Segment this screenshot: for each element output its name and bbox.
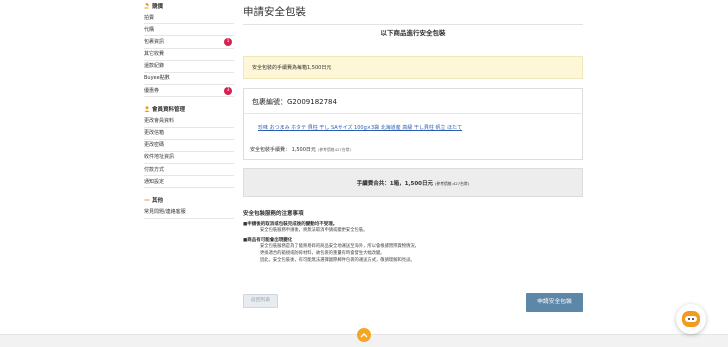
sidebar-item-proxy[interactable]: 代購: [144, 24, 234, 37]
caution-line: 安全包裝服務是為了能將易碎的商品安全地運送至海外，所以會根據實際貨物情況，: [260, 244, 419, 249]
notification-badge: 3: [224, 86, 232, 95]
sidebar-item-points[interactable]: Buyee點數: [144, 73, 234, 86]
package-card: 包裹編號：G2009182784 珍味 おつまみ ホタテ 貝柱 干し SAサイズ…: [243, 88, 583, 160]
sidebar-section-other: 其他: [144, 194, 234, 206]
chatbot-face: [682, 311, 700, 327]
sidebar: 競價 拍賣 代購 包裹資訊 1 其它收費 還款紀錄 Buyee點數 優惠券 3 會員…: [144, 0, 234, 219]
total-fee-reference: (參考價格:427台幣): [434, 181, 470, 186]
cautions: 安全包裝服務的注意事項 ■申請後的取消或包裝完成後的變動均不受理。 安全包裝服務…: [243, 209, 583, 264]
chatbot-icon[interactable]: [676, 304, 706, 334]
user-icon: [144, 106, 150, 113]
cautions-title: 安全包裝服務的注意事項: [243, 211, 304, 217]
sidebar-item-label: 通知設定: [144, 178, 165, 185]
sidebar-item-label: 其它收費: [144, 51, 165, 58]
sidebar-section-title: 競價: [152, 4, 164, 10]
caution-line: 因此，安全包裝後，有可能無法選擇國際郵件包裹的運送方式，敬請理解和見諒。: [260, 258, 415, 263]
sidebar-section-title: 會員資料管理: [152, 107, 186, 114]
section-subtitle: 以下商品進行安全包裝: [380, 29, 446, 37]
sidebar-item-label: 更改密碼: [144, 142, 165, 149]
total-fee-value: 手續費合共：1箱，1,500日元: [356, 181, 434, 187]
sidebar-item-packages[interactable]: 包裹資訊 1: [144, 36, 234, 49]
sidebar-item-label: Buyee點數: [144, 75, 170, 82]
divider: [243, 24, 583, 25]
sidebar-item-refunds[interactable]: 還款紀錄: [144, 61, 234, 73]
divider: [244, 113, 582, 114]
sidebar-item-notifications[interactable]: 通知設定: [144, 176, 234, 189]
sidebar-item-label: 收件地址資訊: [144, 154, 175, 161]
sidebar-item-label: 包裹資訊: [144, 38, 165, 45]
sidebar-item-change-password[interactable]: 更改密碼: [144, 140, 234, 152]
sidebar-section-member: 會員資料管理: [144, 103, 234, 115]
notification-badge: 1: [224, 37, 232, 46]
sidebar-section-title: 其他: [152, 198, 164, 205]
package-fee: 安全包裝手續費： 1,500日元 (參考價格427台幣): [250, 146, 351, 153]
sidebar-item-faq[interactable]: 常見問題/連絡客服: [144, 206, 234, 219]
package-fee-value: 安全包裝手續費： 1,500日元: [250, 147, 316, 153]
sidebar-item-other-fees[interactable]: 其它收費: [144, 49, 234, 61]
sidebar-item-edit-profile[interactable]: 更改會員資料: [144, 115, 234, 128]
sidebar-item-coupons[interactable]: 優惠券 3: [144, 85, 234, 98]
package-fee-reference: (參考價格427台幣): [317, 147, 351, 152]
sidebar-item-label: 還款紀錄: [144, 63, 165, 70]
sidebar-item-label: 拍賣: [144, 14, 155, 21]
caution-line: 更換適合的箱規或防碎材料，故包裹的重量有時會發生大幅改變。: [260, 251, 385, 256]
page-title: 申請安全包裝: [243, 6, 306, 18]
back-to-list-button[interactable]: 返回列表: [243, 294, 278, 308]
fee-notice: 安全包裝的手續費為每箱1,500日元: [243, 56, 583, 79]
sidebar-item-payment[interactable]: 付款方式: [144, 164, 234, 177]
dash-icon: [144, 197, 150, 203]
sidebar-item-change-email[interactable]: 更改信箱: [144, 128, 234, 140]
sidebar-item-label: 更改會員資料: [144, 117, 175, 124]
sidebar-item-label: 常見問題/連絡客服: [144, 208, 186, 215]
total-fee: 手續費合共：1箱，1,500日元 (參考價格:427台幣): [243, 168, 583, 197]
sidebar-item-label: 代購: [144, 26, 155, 33]
sidebar-section-auction: 競價: [144, 0, 234, 12]
sidebar-item-label: 付款方式: [144, 166, 165, 173]
sidebar-item-addresses[interactable]: 收件地址資訊: [144, 152, 234, 165]
sidebar-item-label: 優惠券: [144, 87, 160, 94]
item-link[interactable]: 珍味 おつまみ ホタテ 貝柱 干し SAサイズ 100g×3袋 北海道産 高級 …: [258, 124, 462, 131]
apply-safe-packaging-button[interactable]: 申請安全包裝: [526, 293, 583, 312]
sidebar-item-label: 更改信箱: [144, 130, 165, 136]
chevron-up-icon[interactable]: [357, 328, 371, 342]
caution-line: 安全包裝服務申請後，將無法取消申請或變更安全包裝。: [260, 228, 368, 233]
sidebar-item-auctions[interactable]: 拍賣: [144, 12, 234, 25]
gavel-icon: [144, 2, 150, 9]
package-number: 包裹編號：G2009182784: [252, 98, 337, 106]
